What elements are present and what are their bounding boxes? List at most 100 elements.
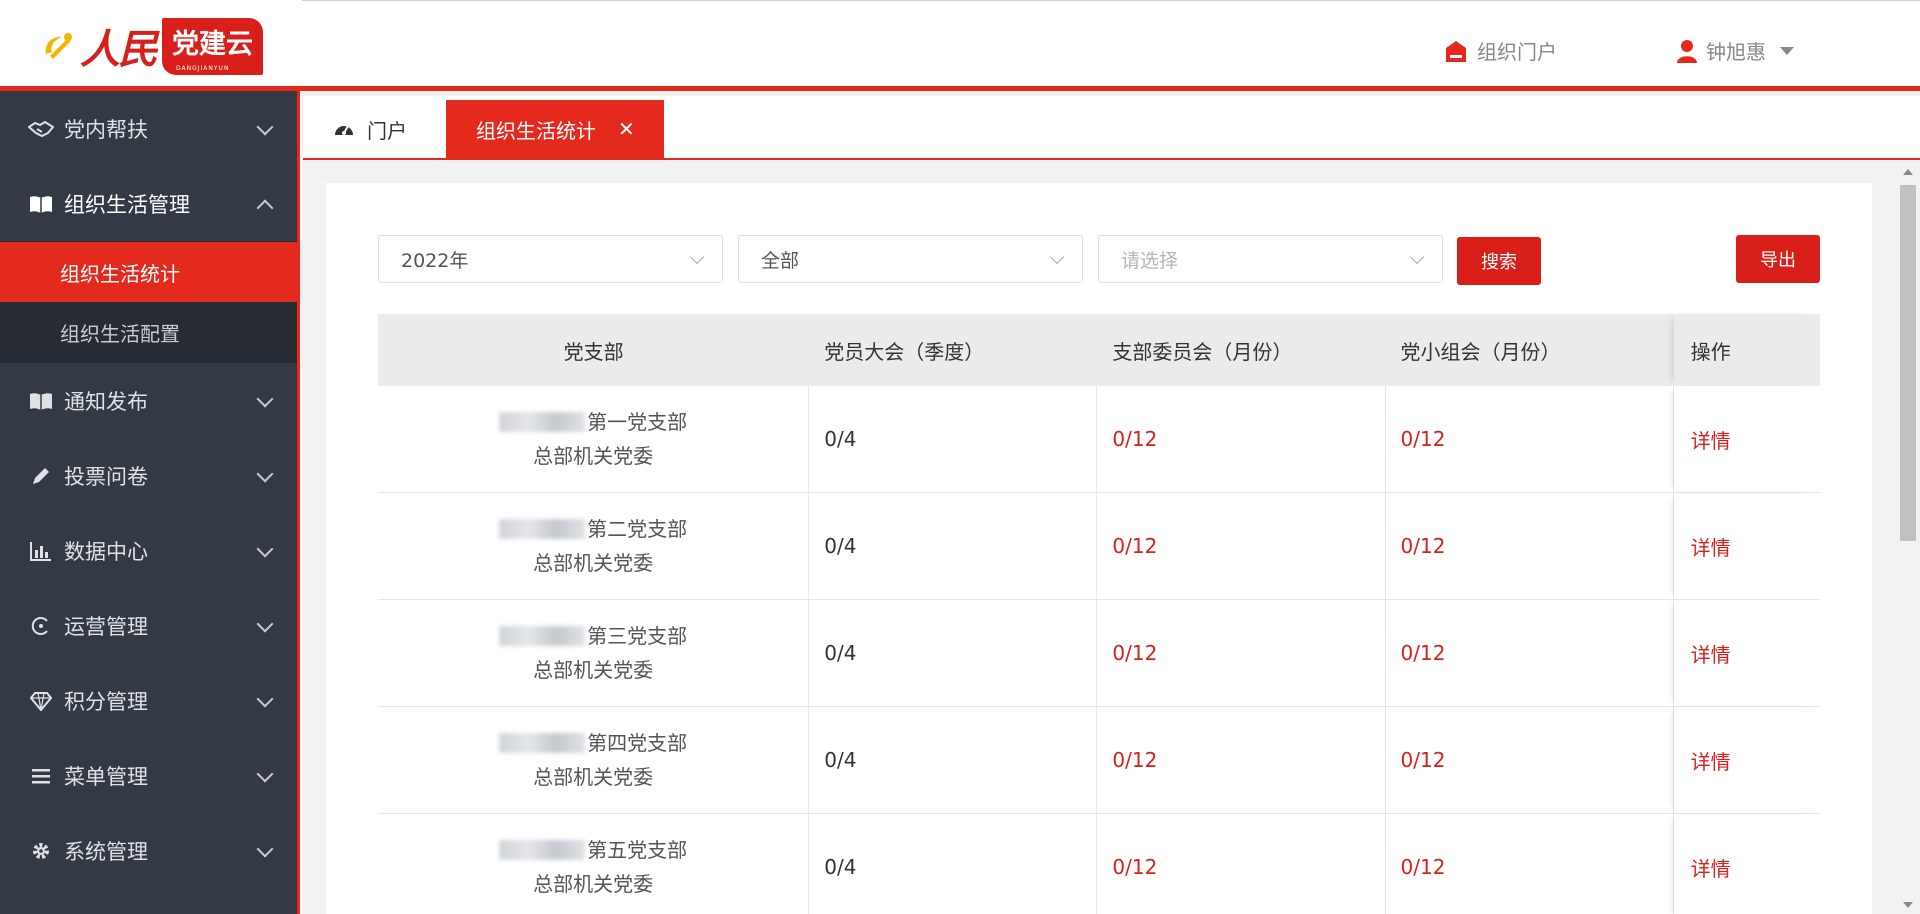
branch-name: 第一党支部 bbox=[499, 405, 687, 439]
branch-name-text: 第三党支部 bbox=[587, 624, 688, 648]
sidebar-item-vote[interactable]: 投票问卷 bbox=[0, 438, 297, 513]
org-name: 总部机关党委 bbox=[533, 872, 654, 896]
branch-name-text: 第五党支部 bbox=[587, 838, 688, 862]
committee-cell: 0/12 bbox=[1097, 493, 1386, 599]
org-name: 总部机关党委 bbox=[533, 765, 654, 789]
user-icon bbox=[1677, 39, 1697, 63]
group-meeting-cell: 0/12 bbox=[1386, 493, 1674, 599]
sidebar-item-operation[interactable]: 运营管理 bbox=[0, 588, 297, 663]
redacted-text bbox=[499, 840, 586, 860]
column-header-member-meeting: 党员大会（季度） bbox=[824, 339, 985, 364]
export-button[interactable]: 导出 bbox=[1736, 235, 1820, 283]
tab-portal[interactable]: 门户 bbox=[333, 100, 407, 158]
sidebar-item-points[interactable]: 积分管理 bbox=[0, 663, 297, 738]
scroll-up-arrow-icon[interactable] bbox=[1903, 169, 1913, 175]
details-link[interactable]: 详情 bbox=[1674, 493, 1820, 599]
sidebar-item-label: 投票问卷 bbox=[64, 464, 148, 489]
book-icon bbox=[28, 388, 54, 414]
logo-script-text: 人民 bbox=[80, 26, 158, 73]
close-icon[interactable]: ✕ bbox=[618, 117, 635, 141]
sidebar-item-label: 数据中心 bbox=[64, 539, 148, 564]
details-link[interactable]: 详情 bbox=[1674, 386, 1820, 492]
caret-down-icon[interactable] bbox=[1780, 46, 1794, 55]
redacted-text bbox=[499, 412, 586, 432]
chevron-down-icon bbox=[256, 118, 274, 136]
chevron-down-icon bbox=[256, 840, 274, 858]
chevron-down-icon bbox=[256, 465, 274, 483]
table-row: 第四党支部 总部机关党委 0/4 0/12 0/12 详情 bbox=[378, 707, 1820, 814]
tab-org-life-stats[interactable]: 组织生活统计 ✕ bbox=[446, 100, 664, 158]
chevron-down-icon bbox=[256, 540, 274, 558]
book-icon bbox=[28, 191, 54, 217]
group-meeting-cell: 0/12 bbox=[1386, 600, 1674, 706]
bar-chart-icon bbox=[28, 538, 54, 564]
year-select-value: 2022年 bbox=[401, 249, 469, 272]
details-link[interactable]: 详情 bbox=[1674, 600, 1820, 706]
stats-table: 党支部 党员大会（季度） 支部委员会（月份） 党小组会（月份） 操作 第一党支部… bbox=[378, 314, 1820, 914]
sidebar-item-system[interactable]: 系统管理 bbox=[0, 813, 297, 888]
org-portal-label: 组织门户 bbox=[1477, 40, 1557, 64]
header-divider bbox=[302, 0, 1920, 1]
column-header-branch: 党支部 bbox=[563, 339, 624, 364]
details-link[interactable]: 详情 bbox=[1674, 707, 1820, 813]
sidebar-item-label: 通知发布 bbox=[64, 389, 148, 414]
chevron-down-icon bbox=[1049, 249, 1065, 265]
content-panel: 2022年 全部 请选择 搜索 导出 党支部 党员大会（季度） 支部委员会（月份… bbox=[326, 183, 1872, 914]
committee-cell: 0/12 bbox=[1097, 386, 1386, 492]
chevron-down-icon bbox=[256, 615, 274, 633]
scroll-down-arrow-icon[interactable] bbox=[1903, 902, 1913, 908]
scrollbar-thumb[interactable] bbox=[1900, 185, 1916, 541]
chevron-up-icon bbox=[256, 199, 274, 217]
scope-select[interactable]: 全部 bbox=[738, 235, 1083, 283]
logo[interactable]: 人民 党建云 DANGJIANYUN bbox=[40, 17, 263, 75]
details-link[interactable]: 详情 bbox=[1674, 814, 1820, 914]
column-header-group-meeting: 党小组会（月份） bbox=[1400, 339, 1561, 364]
branch-name: 第五党支部 bbox=[499, 833, 687, 867]
sidebar-item-notice[interactable]: 通知发布 bbox=[0, 363, 297, 438]
table-row: 第三党支部 总部机关党委 0/4 0/12 0/12 详情 bbox=[378, 600, 1820, 707]
chevron-down-icon bbox=[1409, 249, 1425, 265]
home-icon bbox=[1446, 40, 1466, 62]
submenu-org-life: 组织生活统计 组织生活配置 bbox=[0, 241, 297, 363]
org-portal-link[interactable]: 组织门户 bbox=[1443, 36, 1557, 65]
sidebar-item-party-help[interactable]: 党内帮扶 bbox=[0, 91, 297, 166]
vertical-scrollbar[interactable] bbox=[1896, 165, 1920, 914]
branch-name: 第四党支部 bbox=[499, 726, 687, 760]
committee-cell: 0/12 bbox=[1097, 814, 1386, 914]
committee-cell: 0/12 bbox=[1097, 707, 1386, 813]
tab-bar: 门户 组织生活统计 ✕ bbox=[303, 96, 1920, 160]
submenu-item-org-life-config[interactable]: 组织生活配置 bbox=[0, 302, 297, 362]
branch-cell: 第五党支部 总部机关党委 bbox=[378, 814, 810, 914]
column-header-committee: 支部委员会（月份） bbox=[1112, 339, 1293, 364]
org-name: 总部机关党委 bbox=[533, 444, 654, 468]
year-select[interactable]: 2022年 bbox=[378, 235, 723, 283]
branch-cell: 第三党支部 总部机关党委 bbox=[378, 600, 810, 706]
logo-flag-subtext: DANGJIANYUN bbox=[176, 64, 230, 72]
scope-select-value: 全部 bbox=[761, 249, 800, 272]
logo-flag-text: 党建云 bbox=[172, 28, 253, 60]
submenu-item-org-life-stats[interactable]: 组织生活统计 bbox=[0, 242, 297, 302]
org-name: 总部机关党委 bbox=[533, 658, 654, 682]
branch-name-text: 第一党支部 bbox=[587, 410, 688, 434]
sidebar-item-menu-manage[interactable]: 菜单管理 bbox=[0, 738, 297, 813]
handshake-icon bbox=[28, 116, 54, 142]
user-menu[interactable]: 钟旭惠 bbox=[1676, 36, 1794, 65]
member-meeting-cell: 0/4 bbox=[809, 386, 1098, 492]
sidebar-item-label: 党内帮扶 bbox=[64, 117, 148, 142]
submenu-item-label: 组织生活统计 bbox=[60, 261, 180, 286]
branch-name: 第三党支部 bbox=[499, 619, 687, 653]
search-button[interactable]: 搜索 bbox=[1457, 237, 1541, 285]
table-row: 第二党支部 总部机关党委 0/4 0/12 0/12 详情 bbox=[378, 493, 1820, 600]
committee-cell: 0/12 bbox=[1097, 600, 1386, 706]
group-meeting-cell: 0/12 bbox=[1386, 814, 1674, 914]
sidebar-item-label: 系统管理 bbox=[64, 839, 148, 864]
chevron-down-icon bbox=[256, 765, 274, 783]
branch-select[interactable]: 请选择 bbox=[1098, 235, 1443, 283]
sidebar-item-data-center[interactable]: 数据中心 bbox=[0, 513, 297, 588]
sidebar-item-org-life[interactable]: 组织生活管理 bbox=[0, 166, 297, 241]
table-header: 党支部 党员大会（季度） 支部委员会（月份） 党小组会（月份） 操作 bbox=[378, 314, 1820, 386]
cycle-icon bbox=[28, 613, 54, 639]
branch-cell: 第二党支部 总部机关党委 bbox=[378, 493, 810, 599]
member-meeting-cell: 0/4 bbox=[809, 814, 1098, 914]
sidebar-item-label: 积分管理 bbox=[64, 689, 148, 714]
